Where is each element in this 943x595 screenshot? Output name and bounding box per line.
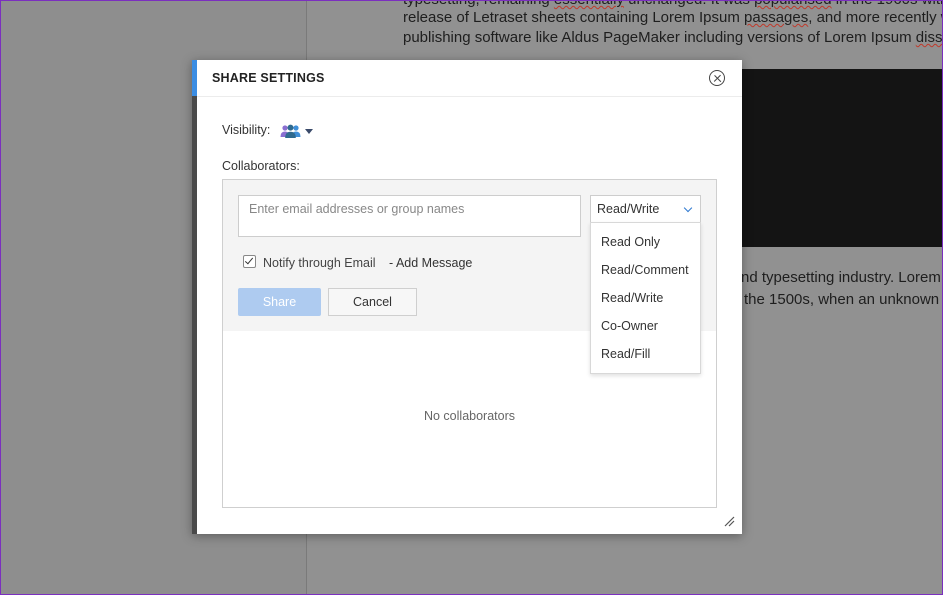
email-input[interactable]: Enter email addresses or group names (238, 195, 581, 237)
permission-select[interactable]: Read/Write (590, 195, 701, 223)
visibility-label: Visibility: (222, 123, 271, 137)
permission-option-read-fill[interactable]: Read/Fill (591, 340, 700, 368)
notify-label: Notify through Email (263, 256, 376, 270)
background-image (740, 69, 943, 247)
dialog-header: SHARE SETTINGS (197, 60, 742, 97)
resize-handle-icon[interactable] (724, 516, 735, 527)
cancel-button[interactable]: Cancel (328, 288, 417, 316)
permission-option-co-owner[interactable]: Co-Owner (591, 312, 700, 340)
add-message-link[interactable]: - Add Message (389, 256, 472, 270)
background-paragraph-2: nd typesetting industry. Lorem the 1500s,… (741, 267, 943, 311)
share-settings-dialog: SHARE SETTINGS Visibility: Collaborators… (192, 60, 742, 534)
visibility-caret-icon[interactable] (305, 129, 313, 134)
permission-select-value: Read/Write (597, 202, 660, 216)
permission-dropdown-menu: Read Only Read/Comment Read/Write Co-Own… (590, 222, 701, 374)
background-text-line: release of Letraset sheets containing Lo… (403, 9, 943, 26)
share-button[interactable]: Share (238, 288, 321, 316)
permission-option-read-write[interactable]: Read/Write (591, 284, 700, 312)
dialog-left-bar (192, 60, 197, 534)
empty-collaborators-text: No collaborators (423, 409, 515, 423)
collaborators-label: Collaborators: (222, 159, 300, 173)
background-text-line: publishing software like Aldus PageMaker… (403, 29, 943, 46)
group-users-icon[interactable] (280, 124, 302, 138)
permission-option-read-only[interactable]: Read Only (591, 228, 700, 256)
permission-option-read-comment[interactable]: Read/Comment (591, 256, 700, 284)
background-text-line: the 1500s, when an unknown p (744, 291, 943, 308)
chevron-down-icon (683, 203, 693, 213)
background-text-line: nd typesetting industry. Lorem (741, 269, 941, 286)
close-icon[interactable] (709, 70, 725, 86)
dialog-title: SHARE SETTINGS (212, 71, 325, 85)
notify-checkbox[interactable] (243, 255, 256, 268)
